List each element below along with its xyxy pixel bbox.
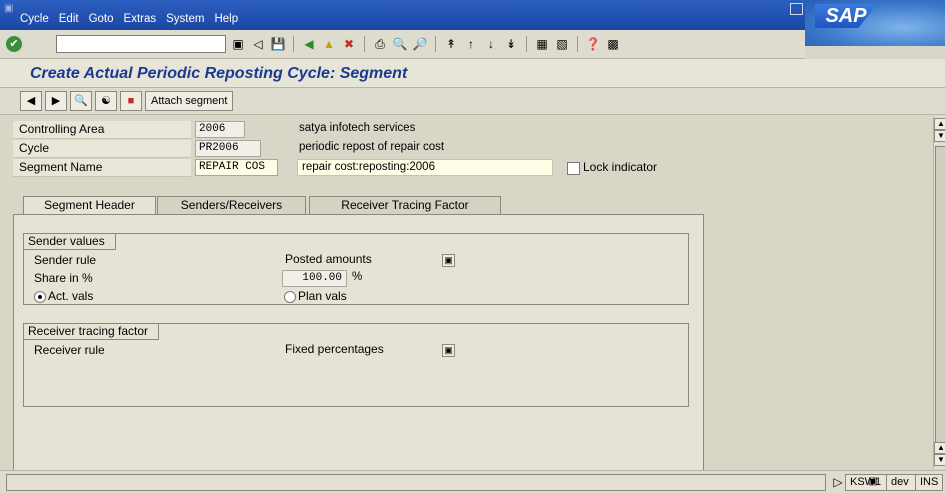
receiver-rule-dropdown[interactable]: Fixed percentages (282, 342, 455, 357)
share-label: Share in % (34, 271, 93, 285)
enter-button[interactable]: ✔ (6, 36, 22, 52)
title-bar: Create Actual Periodic Reposting Cycle: … (0, 59, 945, 88)
collapse-icon[interactable]: ◁ (250, 36, 266, 52)
find-segment-icon[interactable]: 🔍 (70, 91, 92, 111)
minimize-button[interactable] (790, 3, 803, 15)
plan-vals-radio[interactable] (284, 291, 296, 303)
system-menu-icon[interactable]: ▣ (4, 3, 13, 14)
attach-segment-button[interactable]: Attach segment (145, 91, 234, 111)
share-row: Share in % 100.00 % (24, 270, 688, 287)
scroll-up-icon[interactable]: ▲ (934, 118, 945, 130)
command-dropdown-icon[interactable]: ▣ (230, 36, 246, 52)
scroll-down-icon[interactable]: ▼ (934, 454, 945, 466)
next-segment-button[interactable]: ▶ (45, 91, 67, 111)
toolbar-separator (293, 36, 294, 52)
receiver-rule-row: Receiver rule Fixed percentages ▣ (24, 342, 688, 359)
menu-bar: ▣ Cycle Edit Goto Extras System Help (0, 0, 945, 30)
sender-rule-row: Sender rule Posted amounts ▣ (24, 252, 688, 269)
cycle-label: Cycle (19, 141, 50, 155)
status-bar: ▷ KSW1 ▣ dev INS (0, 470, 945, 493)
find-icon[interactable]: 🔍 (392, 36, 408, 52)
controlling-area-row: Controlling Area 2006 satya infotech ser… (13, 121, 933, 139)
sender-rule-dropdown[interactable]: Posted amounts (282, 252, 455, 267)
menu-cycle[interactable]: Cycle (20, 13, 49, 25)
help-icon[interactable]: ❓ (585, 36, 601, 52)
act-vals-radio[interactable] (34, 291, 46, 303)
last-page-icon[interactable]: ↡ (503, 36, 519, 52)
cycle-desc: periodic repost of repair cost (299, 141, 445, 153)
shortcut-icon[interactable]: ▧ (554, 36, 570, 52)
dropdown-icon[interactable]: ▣ (442, 254, 455, 267)
menu-edit[interactable]: Edit (59, 13, 79, 25)
toolbar-separator (577, 36, 578, 52)
next-page-icon[interactable]: ↓ (483, 36, 499, 52)
menu-system[interactable]: System (166, 13, 204, 25)
scroll-up-icon[interactable]: ▲ (934, 442, 945, 454)
share-field[interactable]: 100.00 (282, 270, 347, 287)
cycle-row: Cycle PR2006 periodic repost of repair c… (13, 140, 933, 158)
sender-rule-label: Sender rule (34, 253, 97, 267)
tab-receiver-tracing-factor[interactable]: Receiver Tracing Factor (309, 196, 501, 214)
previous-segment-button[interactable]: ◀ (20, 91, 42, 111)
command-field[interactable] (56, 35, 226, 53)
act-vals-label: Act. vals (48, 289, 94, 303)
delete-segment-icon[interactable]: ■ (120, 91, 142, 111)
print-icon[interactable]: ⎙ (372, 36, 388, 52)
controlling-area-desc: satya infotech services (299, 122, 416, 134)
toolbar-separator (435, 36, 436, 52)
application-toolbar: ◀ ▶ 🔍 ☯ ■ Attach segment (0, 88, 945, 115)
menu-help[interactable]: Help (214, 13, 238, 25)
receiver-tracing-group: Receiver tracing factor Receiver rule Fi… (23, 323, 689, 407)
menu-items: Cycle Edit Goto Extras System Help (20, 13, 238, 25)
dropdown-icon[interactable]: ▣ (442, 344, 455, 357)
toolbar-separator (526, 36, 527, 52)
controlling-area-label: Controlling Area (19, 122, 105, 136)
cycle-field: PR2006 (195, 140, 261, 157)
segment-name-field[interactable]: REPAIR COS (195, 159, 278, 176)
tab-segment-header[interactable]: Segment Header (23, 196, 156, 215)
scroll-thumb[interactable] (935, 146, 945, 458)
previous-page-icon[interactable]: ↑ (463, 36, 479, 52)
controlling-area-field: 2006 (195, 121, 245, 138)
toolbar-separator (364, 36, 365, 52)
sender-values-group: Sender values Sender rule Posted amounts… (23, 233, 689, 305)
standard-toolbar: ✔ ▣ ◁ 💾 ◀ ▲ ✖ ⎙ 🔍 🔎 ↟ ↑ ↓ ↡ ▦ ▧ ❓ ▩ (0, 30, 805, 59)
vertical-scrollbar[interactable]: ▲ ▼ ▲ ▼ (933, 116, 945, 469)
tab-senders-receivers[interactable]: Senders/Receivers (157, 196, 306, 214)
new-session-icon[interactable]: ▦ (534, 36, 550, 52)
receiver-tracing-title: Receiver tracing factor (24, 324, 160, 340)
back-icon[interactable]: ◀ (301, 36, 317, 52)
lock-indicator-label: Lock indicator (583, 160, 658, 174)
menu-goto[interactable]: Goto (89, 13, 114, 25)
tab-panel: Sender values Sender rule Posted amounts… (13, 214, 704, 472)
cancel-icon[interactable]: ✖ (341, 36, 357, 52)
save-icon[interactable]: 💾 (270, 36, 286, 52)
lock-indicator-checkbox[interactable] (567, 162, 580, 175)
exit-icon[interactable]: ▲ (321, 36, 337, 52)
overview-icon[interactable]: ☯ (95, 91, 117, 111)
system-name: dev (886, 474, 918, 491)
status-expand-icon[interactable]: ▷ (830, 474, 846, 490)
plan-vals-label: Plan vals (298, 289, 347, 303)
first-page-icon[interactable]: ↟ (443, 36, 459, 52)
status-message (6, 474, 826, 491)
menu-extras[interactable]: Extras (124, 13, 157, 25)
share-unit: % (352, 271, 363, 283)
segment-desc-field[interactable]: repair cost:reposting:2006 (297, 159, 553, 176)
standard-toolbar-icons: ▣ ◁ 💾 ◀ ▲ ✖ ⎙ 🔍 🔎 ↟ ↑ ↓ ↡ ▦ ▧ ❓ ▩ (230, 36, 621, 52)
value-type-row: Act. vals Plan vals (24, 288, 688, 305)
find-next-icon[interactable]: 🔎 (412, 36, 428, 52)
segment-name-label: Segment Name (19, 160, 103, 174)
scroll-down-icon[interactable]: ▼ (934, 130, 945, 142)
sender-values-title: Sender values (24, 234, 116, 250)
segment-row: Segment Name REPAIR COS repair cost:repo… (13, 159, 933, 177)
insert-mode: INS (915, 474, 943, 491)
session-info-icon[interactable]: ▣ (865, 474, 881, 490)
layout-menu-icon[interactable]: ▩ (605, 36, 621, 52)
receiver-rule-label: Receiver rule (34, 343, 105, 357)
page-title: Create Actual Periodic Reposting Cycle: … (30, 65, 408, 82)
